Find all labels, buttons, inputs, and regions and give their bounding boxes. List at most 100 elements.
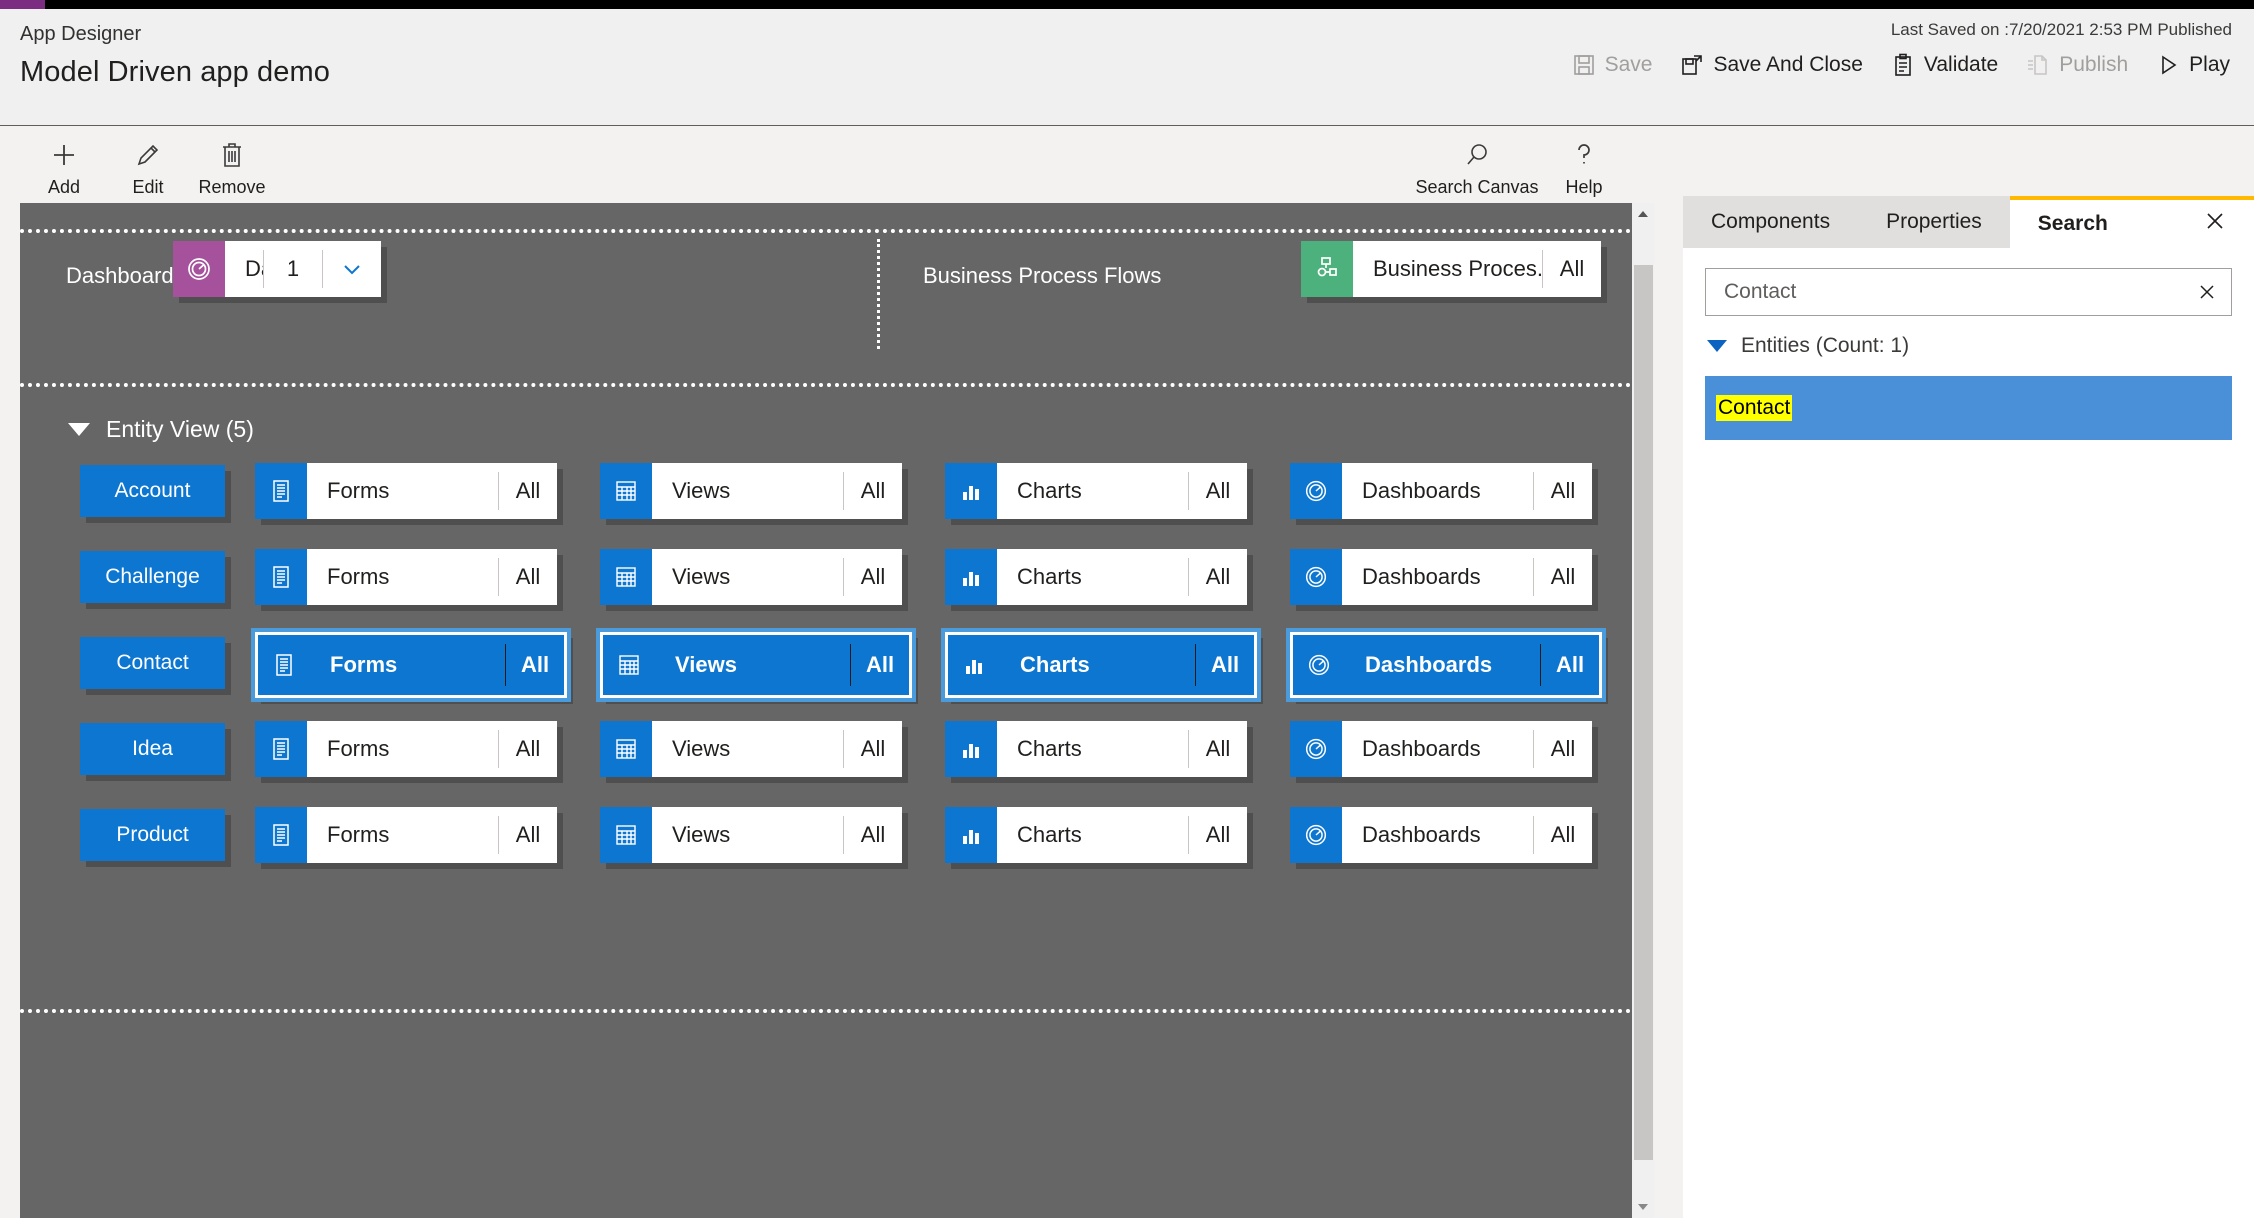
search-input-value[interactable]: Contact (1706, 280, 2183, 304)
component-tile-challenge-forms[interactable]: Forms All (255, 549, 557, 605)
component-tile-name: Views (672, 822, 731, 847)
strip-divider-top (20, 229, 1632, 233)
designer-canvas-area: Dashboards Dashboards (20, 203, 1632, 1218)
chevron-down-icon[interactable] (323, 241, 381, 297)
component-tile-name: Views (672, 736, 731, 761)
entity-view-header[interactable]: Entity View (5) (68, 416, 254, 443)
component-tile-idea-charts[interactable]: Charts All (945, 721, 1247, 777)
component-tile-account-charts[interactable]: Charts All (945, 463, 1247, 519)
validate-clipboard-icon (1891, 53, 1915, 77)
page-title: Model Driven app demo (20, 56, 330, 88)
component-tile-count: All (1550, 736, 1576, 761)
collapse-caret-icon (68, 423, 90, 436)
tab-components[interactable]: Components (1683, 196, 1858, 248)
component-tile-challenge-views[interactable]: Views All (600, 549, 902, 605)
save-and-close-label: Save And Close (1713, 53, 1863, 76)
tab-search[interactable]: Search (2009, 196, 2254, 248)
purple-accent-bar (0, 0, 45, 9)
bpf-tile-count: All (1559, 256, 1585, 281)
scroll-down-arrow-icon[interactable] (1632, 1196, 1654, 1218)
component-tile-count: All (1550, 478, 1576, 503)
component-tile-count: All (1550, 564, 1576, 589)
component-tile-name: Dashboards (1362, 478, 1481, 503)
dashboards-tile-name: Dashboards (245, 256, 263, 281)
entity-view-label: Entity View (5) (106, 416, 254, 442)
edit-label: Edit (132, 177, 164, 197)
entity-button-account[interactable]: Account (80, 465, 225, 517)
component-tile-idea-views[interactable]: Views All (600, 721, 902, 777)
command-bar: Save Save And Close Validate Publish Pla… (1558, 49, 2244, 81)
component-tile-name: Forms (327, 478, 390, 503)
process-flow-icon (1301, 241, 1353, 297)
question-mark-icon (1571, 140, 1597, 170)
publish-page-icon (2026, 53, 2050, 77)
charts-bar-icon (945, 807, 997, 863)
component-tile-challenge-dashboards[interactable]: Dashboards All (1290, 549, 1592, 605)
component-tile-count: All (1205, 564, 1231, 589)
publish-button[interactable]: Publish (2012, 49, 2142, 81)
dashboards-tile[interactable]: Dashboards 1 (173, 241, 381, 297)
search-canvas-button[interactable]: Search Canvas (1412, 132, 1542, 198)
component-tile-account-views[interactable]: Views All (600, 463, 902, 519)
validate-button[interactable]: Validate (1877, 49, 2012, 81)
toolbar-right-group: Search Canvas Help (1412, 132, 1626, 198)
component-tile-count: All (1205, 478, 1231, 503)
tab-properties[interactable]: Properties (1858, 196, 2010, 248)
play-button[interactable]: Play (2142, 49, 2244, 81)
component-tile-account-forms[interactable]: Forms All (255, 463, 557, 519)
component-tile-name: Charts (1020, 652, 1090, 677)
component-tile-contact-views[interactable]: Views All (596, 628, 916, 702)
dashboard-gauge-icon (1290, 463, 1342, 519)
component-tile-contact-charts[interactable]: Charts All (941, 628, 1261, 702)
component-tile-account-dashboards[interactable]: Dashboards All (1290, 463, 1592, 519)
entity-button-label: Challenge (105, 565, 200, 588)
edit-button[interactable]: Edit (106, 132, 190, 198)
entity-button-challenge[interactable]: Challenge (80, 551, 225, 603)
component-tile-count: All (860, 564, 886, 589)
help-button[interactable]: Help (1542, 132, 1626, 198)
save-button[interactable]: Save (1558, 49, 1667, 81)
forms-icon (255, 807, 307, 863)
tab-search-label: Search (2037, 212, 2108, 235)
component-tile-count: All (520, 652, 550, 677)
component-tile-contact-forms[interactable]: Forms All (251, 628, 571, 702)
clear-x-icon[interactable] (2183, 281, 2231, 303)
remove-label: Remove (198, 177, 266, 197)
component-tile-challenge-charts[interactable]: Charts All (945, 549, 1247, 605)
save-and-close-button[interactable]: Save And Close (1666, 49, 1876, 81)
component-tile-idea-dashboards[interactable]: Dashboards All (1290, 721, 1592, 777)
top-accent-strip (0, 0, 2254, 9)
component-tile-product-views[interactable]: Views All (600, 807, 902, 863)
search-result-item[interactable]: Contact (1705, 376, 2232, 440)
component-tile-product-dashboards[interactable]: Dashboards All (1290, 807, 1592, 863)
component-tile-count: All (860, 822, 886, 847)
remove-button[interactable]: Remove (190, 132, 274, 198)
component-tile-product-forms[interactable]: Forms All (255, 807, 557, 863)
scroll-up-arrow-icon[interactable] (1632, 203, 1654, 225)
component-tile-name: Dashboards (1362, 564, 1481, 589)
entity-button-label: Contact (116, 651, 189, 674)
search-results-group-label: Entities (Count: 1) (1741, 334, 1910, 357)
forms-icon (255, 463, 307, 519)
scrollbar-thumb[interactable] (1634, 265, 1653, 1160)
entity-button-idea[interactable]: Idea (80, 723, 225, 775)
entity-button-contact[interactable]: Contact (80, 637, 225, 689)
component-tile-product-charts[interactable]: Charts All (945, 807, 1247, 863)
charts-bar-icon (945, 463, 997, 519)
component-tile-contact-dashboards[interactable]: Dashboards All (1286, 628, 1606, 702)
component-tile-count: All (515, 564, 541, 589)
search-input[interactable]: Contact (1705, 268, 2232, 316)
entity-button-product[interactable]: Product (80, 809, 225, 861)
component-tile-name: Charts (1017, 736, 1082, 761)
save-and-close-icon (1680, 53, 1704, 77)
business-process-flows-tile[interactable]: Business Proces... All (1301, 241, 1601, 297)
search-results-group-header[interactable]: Entities (Count: 1) (1707, 334, 1909, 358)
app-header: App Designer Model Driven app demo Last … (0, 9, 2254, 125)
canvas-scrollbar[interactable] (1632, 203, 1654, 1218)
component-tile-idea-forms[interactable]: Forms All (255, 721, 557, 777)
add-label: Add (47, 177, 81, 197)
app-designer-label: App Designer (20, 23, 142, 45)
add-button[interactable]: Add (22, 132, 106, 198)
dashboard-gauge-icon (173, 241, 225, 297)
close-icon[interactable] (2204, 210, 2226, 238)
